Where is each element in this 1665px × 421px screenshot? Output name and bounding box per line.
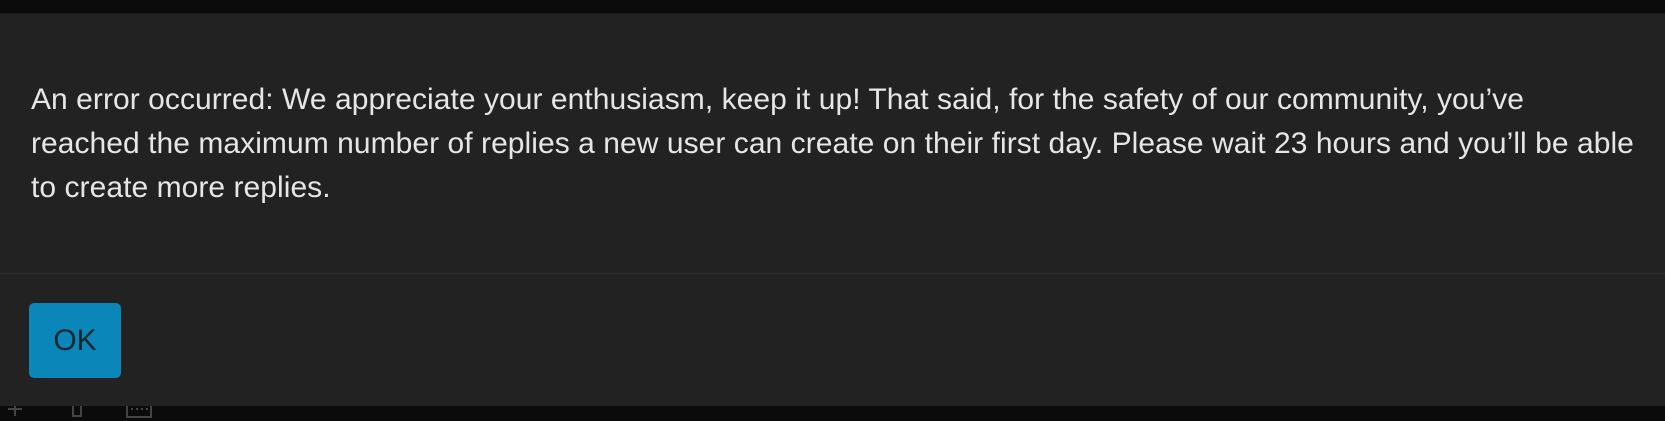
ok-button[interactable]: OK	[29, 303, 121, 378]
dialog-body: An error occurred: We appreciate your en…	[0, 14, 1665, 274]
error-message: An error occurred: We appreciate your en…	[31, 83, 1634, 204]
dialog-footer: OK	[0, 274, 1665, 407]
error-dialog: An error occurred: We appreciate your en…	[0, 13, 1665, 406]
